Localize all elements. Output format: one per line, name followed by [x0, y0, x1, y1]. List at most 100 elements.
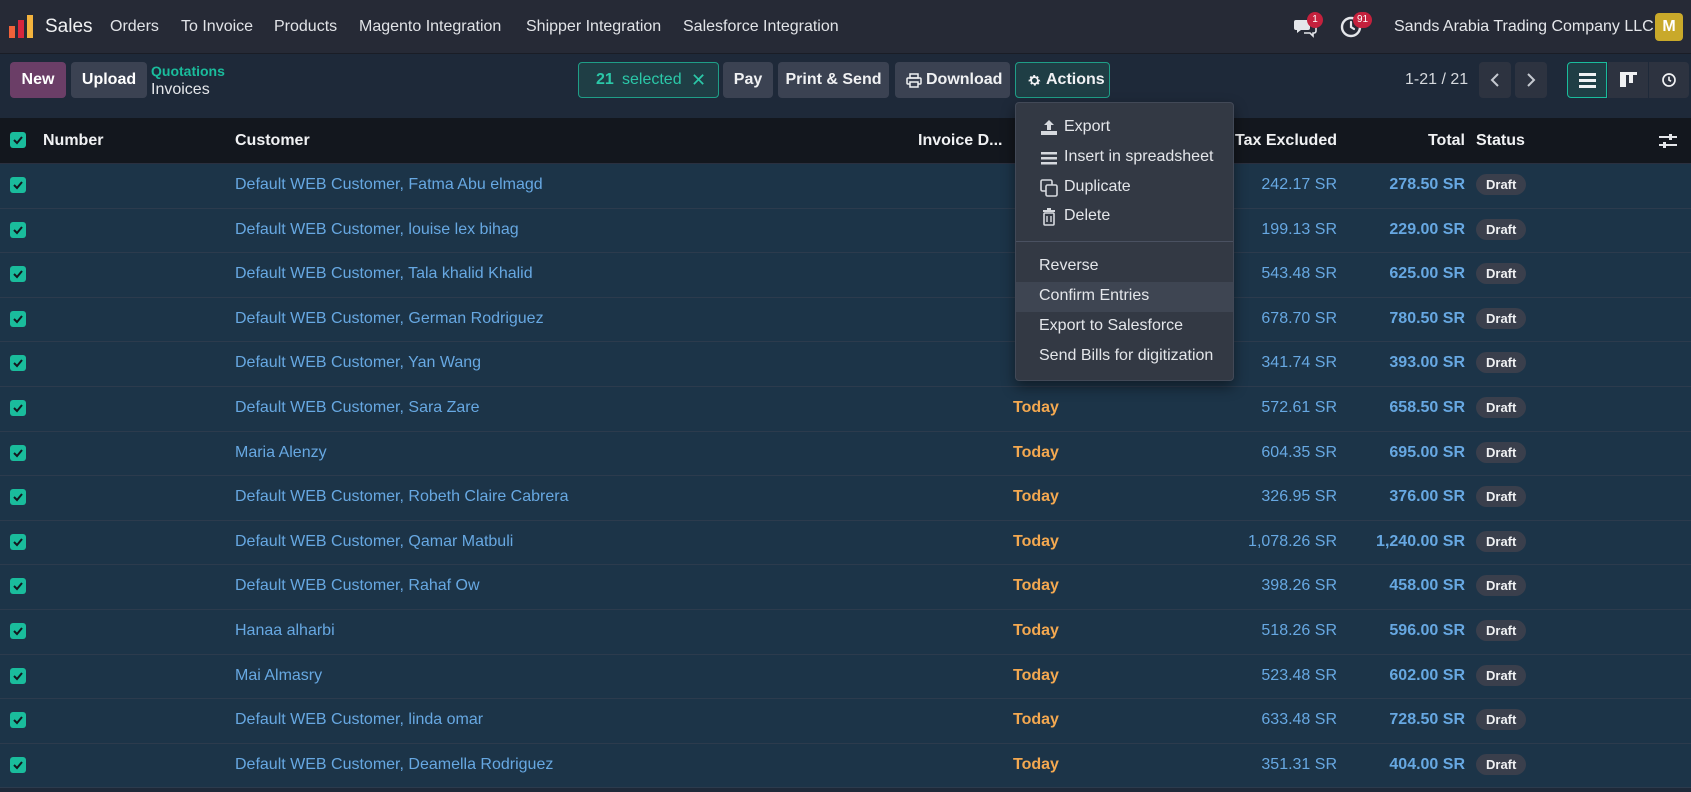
menu-item-export-salesforce[interactable]: Export to Salesforce	[1016, 312, 1233, 342]
row-checkbox[interactable]	[10, 756, 26, 773]
status-badge: Draft	[1476, 753, 1527, 775]
invoice-date-cell: Today	[1013, 443, 1059, 461]
menu-item-duplicate[interactable]: Duplicate	[1016, 173, 1233, 203]
menu-products[interactable]: Products	[274, 18, 337, 36]
table-row[interactable]: Default WEB Customer, Qamar Matbuli Today…	[0, 520, 1691, 566]
row-checkbox[interactable]	[10, 712, 26, 729]
upload-icon	[1041, 120, 1057, 135]
table-row[interactable]: Default WEB Customer, Fatma Abu elmagd 24…	[0, 164, 1691, 209]
customer-cell[interactable]: Maria Alenzy	[235, 444, 327, 462]
table-row[interactable]: Default WEB Customer, Yan Wang 341.74 SR 3…	[0, 342, 1691, 387]
invoice-date-cell: Today	[1013, 399, 1059, 416]
table-row[interactable]: Default WEB Customer, Tala khalid Khalid…	[0, 253, 1691, 298]
customer-cell[interactable]: Default WEB Customer, Yan Wang	[235, 354, 481, 372]
column-total[interactable]: Total	[1428, 132, 1465, 150]
kanban-view-button[interactable]	[1608, 62, 1648, 98]
status-badge: Draft	[1476, 352, 1527, 374]
table-row[interactable]: Default WEB Customer, Rahaf Ow Today 398.2…	[0, 565, 1691, 610]
row-checkbox[interactable]	[10, 489, 26, 506]
total-cell: 1,240.00 SR	[1376, 532, 1465, 550]
pager-previous-button[interactable]	[1479, 62, 1511, 98]
column-number[interactable]: Number	[43, 132, 103, 150]
customer-cell[interactable]: Default WEB Customer, Qamar Matbuli	[235, 533, 513, 551]
table-row[interactable]: Default WEB Customer, Robeth Claire Cabr…	[0, 476, 1691, 521]
customer-cell[interactable]: Default WEB Customer, Robeth Claire Cabr…	[235, 488, 568, 506]
print-send-button[interactable]: Print & Send	[778, 62, 889, 98]
download-button[interactable]: Download	[895, 62, 1010, 98]
actions-button[interactable]: Actions	[1015, 62, 1110, 98]
row-checkbox[interactable]	[10, 221, 26, 238]
row-checkbox[interactable]	[10, 444, 26, 461]
menu-magento-integration[interactable]: Magento Integration	[359, 18, 501, 36]
table-row[interactable]: Default WEB Customer, louise lex bihag 19…	[0, 208, 1691, 254]
customer-cell[interactable]: Default WEB Customer, linda omar	[235, 711, 483, 729]
column-status[interactable]: Status	[1476, 132, 1525, 150]
menu-shipper-integration[interactable]: Shipper Integration	[526, 18, 661, 36]
row-checkbox[interactable]	[10, 623, 26, 639]
table-row[interactable]: Default WEB Customer, Sara Zare Today 572.…	[0, 387, 1691, 432]
customer-cell[interactable]: Default WEB Customer, Rahaf Ow	[235, 577, 480, 595]
menu-item-export[interactable]: Export	[1016, 113, 1233, 143]
company-name[interactable]: Sands Arabia Trading Company LLC	[1394, 18, 1654, 36]
menu-item-confirm-entries[interactable]: Confirm Entries	[1016, 282, 1233, 312]
pager-next-button[interactable]	[1515, 62, 1547, 98]
new-button[interactable]: New	[10, 62, 66, 98]
status-badge: Draft	[1476, 709, 1527, 731]
app-name[interactable]: Sales	[45, 16, 93, 38]
list-view-button[interactable]	[1567, 62, 1607, 98]
sales-app-icon[interactable]	[8, 14, 34, 38]
customer-cell[interactable]: Default WEB Customer, louise lex bihag	[235, 221, 519, 239]
row-checkbox[interactable]	[10, 533, 26, 550]
menu-item-reverse[interactable]: Reverse	[1016, 252, 1233, 282]
duplicate-label: Duplicate	[1064, 178, 1131, 195]
select-all-checkbox[interactable]	[10, 132, 26, 148]
customer-cell[interactable]: Default WEB Customer, Deamella Rodriguez	[235, 756, 553, 774]
customer-cell[interactable]: Default WEB Customer, Tala khalid Khalid	[235, 265, 533, 283]
pager-value[interactable]: 1-21 / 21	[1405, 71, 1468, 89]
upload-button[interactable]: Upload	[71, 62, 147, 98]
activity-view-button[interactable]	[1649, 62, 1689, 98]
row-checkbox[interactable]	[10, 266, 26, 283]
row-checkbox[interactable]	[10, 177, 26, 193]
table-row[interactable]: Hanaa alharbi Today 518.26 SR 596.00 SR Draf…	[0, 610, 1691, 655]
customer-cell[interactable]: Hanaa alharbi	[235, 622, 335, 640]
tax-excluded-cell: 572.61 SR	[1261, 399, 1337, 416]
tax-excluded-cell: 242.17 SR	[1261, 176, 1337, 193]
optional-columns-icon[interactable]	[1659, 133, 1677, 149]
menu-salesforce-integration[interactable]: Salesforce Integration	[683, 18, 839, 36]
row-checkbox[interactable]	[10, 355, 26, 372]
menu-item-insert-spreadsheet[interactable]: Insert in spreadsheet	[1016, 143, 1233, 173]
status-badge: Draft	[1476, 263, 1527, 285]
row-checkbox[interactable]	[10, 578, 26, 595]
table-row[interactable]: Maria Alenzy Today 604.35 SR 695.00 SR Draft	[0, 431, 1691, 477]
selection-indicator: 21 selected ✕	[578, 62, 719, 98]
status-badge: Draft	[1476, 174, 1527, 195]
total-cell: 780.50 SR	[1389, 309, 1465, 327]
row-checkbox[interactable]	[10, 667, 26, 684]
menu-item-delete[interactable]: Delete	[1016, 202, 1233, 232]
column-invoice-date[interactable]: Invoice D...	[918, 132, 1002, 150]
table-row[interactable]: Mai Almasry Today 523.48 SR 602.00 SR Draft	[0, 654, 1691, 700]
clear-selection-icon[interactable]: ✕	[691, 63, 706, 97]
confirm-entries-label: Confirm Entries	[1039, 287, 1150, 304]
customer-cell[interactable]: Default WEB Customer, Fatma Abu elmagd	[235, 176, 543, 194]
menu-orders[interactable]: Orders	[110, 18, 159, 36]
table-row[interactable]: Default WEB Customer, Deamella Rodriguez…	[0, 743, 1691, 789]
user-avatar[interactable]: M	[1655, 13, 1683, 41]
customer-cell[interactable]: Default WEB Customer, Sara Zare	[235, 399, 480, 417]
menu-divider	[1016, 241, 1233, 242]
column-tax-excluded[interactable]: Tax Excluded	[1235, 132, 1337, 150]
customer-cell[interactable]: Mai Almasry	[235, 667, 322, 685]
menu-item-send-bills-digitization[interactable]: Send Bills for digitization	[1016, 342, 1233, 372]
tax-excluded-cell: 326.95 SR	[1261, 488, 1337, 506]
row-checkbox[interactable]	[10, 400, 26, 416]
customer-cell[interactable]: Default WEB Customer, German Rodriguez	[235, 310, 544, 328]
column-customer[interactable]: Customer	[235, 132, 310, 150]
pay-button[interactable]: Pay	[723, 62, 773, 98]
menu-to-invoice[interactable]: To Invoice	[181, 18, 253, 36]
total-cell: 278.50 SR	[1389, 176, 1465, 193]
row-checkbox[interactable]	[10, 310, 26, 327]
table-row[interactable]: Default WEB Customer, German Rodriguez 67…	[0, 297, 1691, 343]
table-row[interactable]: Default WEB Customer, linda omar Today 633…	[0, 699, 1691, 744]
breadcrumb-quotations[interactable]: Quotations	[151, 63, 225, 79]
